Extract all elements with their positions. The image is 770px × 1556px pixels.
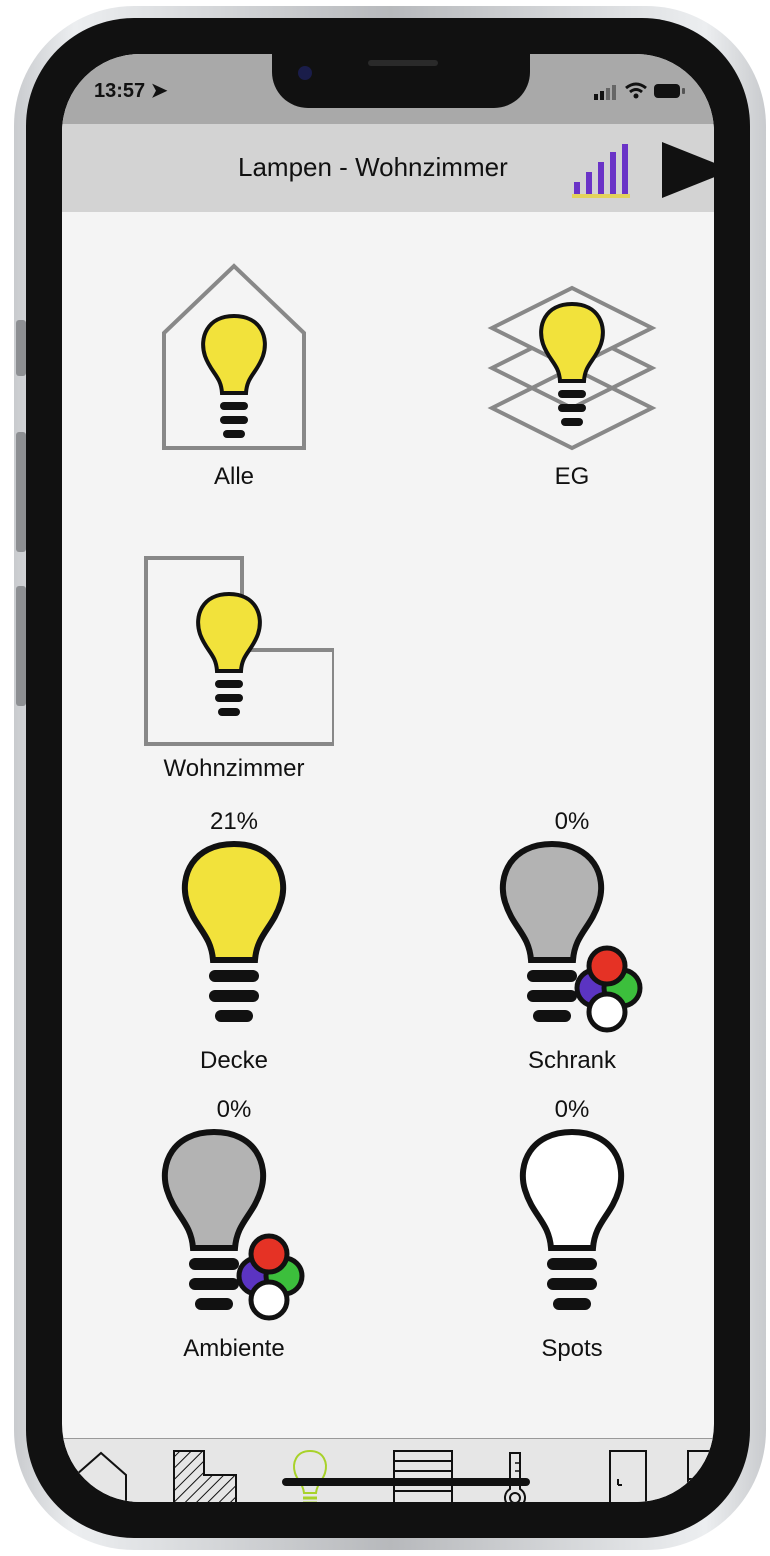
lamp-icon[interactable] <box>290 1449 330 1502</box>
status-bar: 13:57 ➤ <box>62 54 714 124</box>
app-screen: 13:57 ➤ Lampen - Wohnzimmer Alle EG Wohn… <box>62 54 714 1502</box>
lamp-schrank[interactable]: 0% Schrank <box>482 808 662 1075</box>
bulb-on-icon <box>181 840 287 1022</box>
floor-icon[interactable] <box>170 1449 240 1502</box>
group-label: Wohnzimmer <box>163 755 305 782</box>
volume-up-button <box>16 432 26 552</box>
group-alle[interactable]: Alle <box>124 258 344 491</box>
speaker-grille <box>368 60 438 66</box>
bottom-tab-bar <box>62 1438 714 1502</box>
window-icon[interactable] <box>684 1449 714 1502</box>
play-icon[interactable] <box>662 142 714 198</box>
room-lamp-icon <box>144 556 336 746</box>
lamp-label: Schrank <box>527 1047 617 1074</box>
lamp-spots[interactable]: 0% Spots <box>482 1096 662 1363</box>
bulb-rgb-icon <box>161 1128 305 1321</box>
lamp-percent: 0% <box>216 1096 252 1123</box>
lamp-percent: 21% <box>209 808 259 835</box>
status-time: 13:57 ➤ <box>94 80 168 102</box>
floors-lamp-icon <box>487 285 657 451</box>
shutter-icon[interactable] <box>392 1449 454 1502</box>
home-icon[interactable] <box>72 1449 130 1502</box>
lamp-label: Spots <box>541 1335 603 1362</box>
lamp-label: Ambiente <box>183 1335 285 1362</box>
bulb-off-icon <box>519 1128 625 1310</box>
group-label: Alle <box>213 463 255 490</box>
thermometer-icon[interactable] <box>498 1449 532 1502</box>
lamp-percent: 0% <box>554 808 590 835</box>
status-icons <box>592 80 688 107</box>
lamp-percent: 0% <box>554 1096 590 1123</box>
notch <box>272 54 530 108</box>
group-label: EG <box>554 463 590 490</box>
signal-wifi-battery-icon <box>594 82 685 100</box>
app-header: Lampen - Wohnzimmer <box>62 124 714 212</box>
group-wohnzimmer[interactable]: Wohnzimmer <box>124 550 344 783</box>
house-lamp-icon <box>162 263 306 450</box>
group-eg[interactable]: EG <box>462 268 682 491</box>
camera-icon <box>298 66 312 80</box>
home-indicator[interactable] <box>282 1478 530 1486</box>
page-title: Lampen - Wohnzimmer <box>238 152 508 182</box>
lamp-ambiente[interactable]: 0% Ambiente <box>144 1096 324 1363</box>
silent-switch <box>16 320 26 376</box>
volume-down-button <box>16 586 26 706</box>
signal-strength-icon[interactable] <box>572 142 630 198</box>
lamp-decke[interactable]: 21% Decke <box>144 808 324 1075</box>
lamp-label: Decke <box>199 1047 269 1074</box>
bulb-rgb-icon <box>499 840 643 1033</box>
door-icon[interactable] <box>608 1449 648 1502</box>
